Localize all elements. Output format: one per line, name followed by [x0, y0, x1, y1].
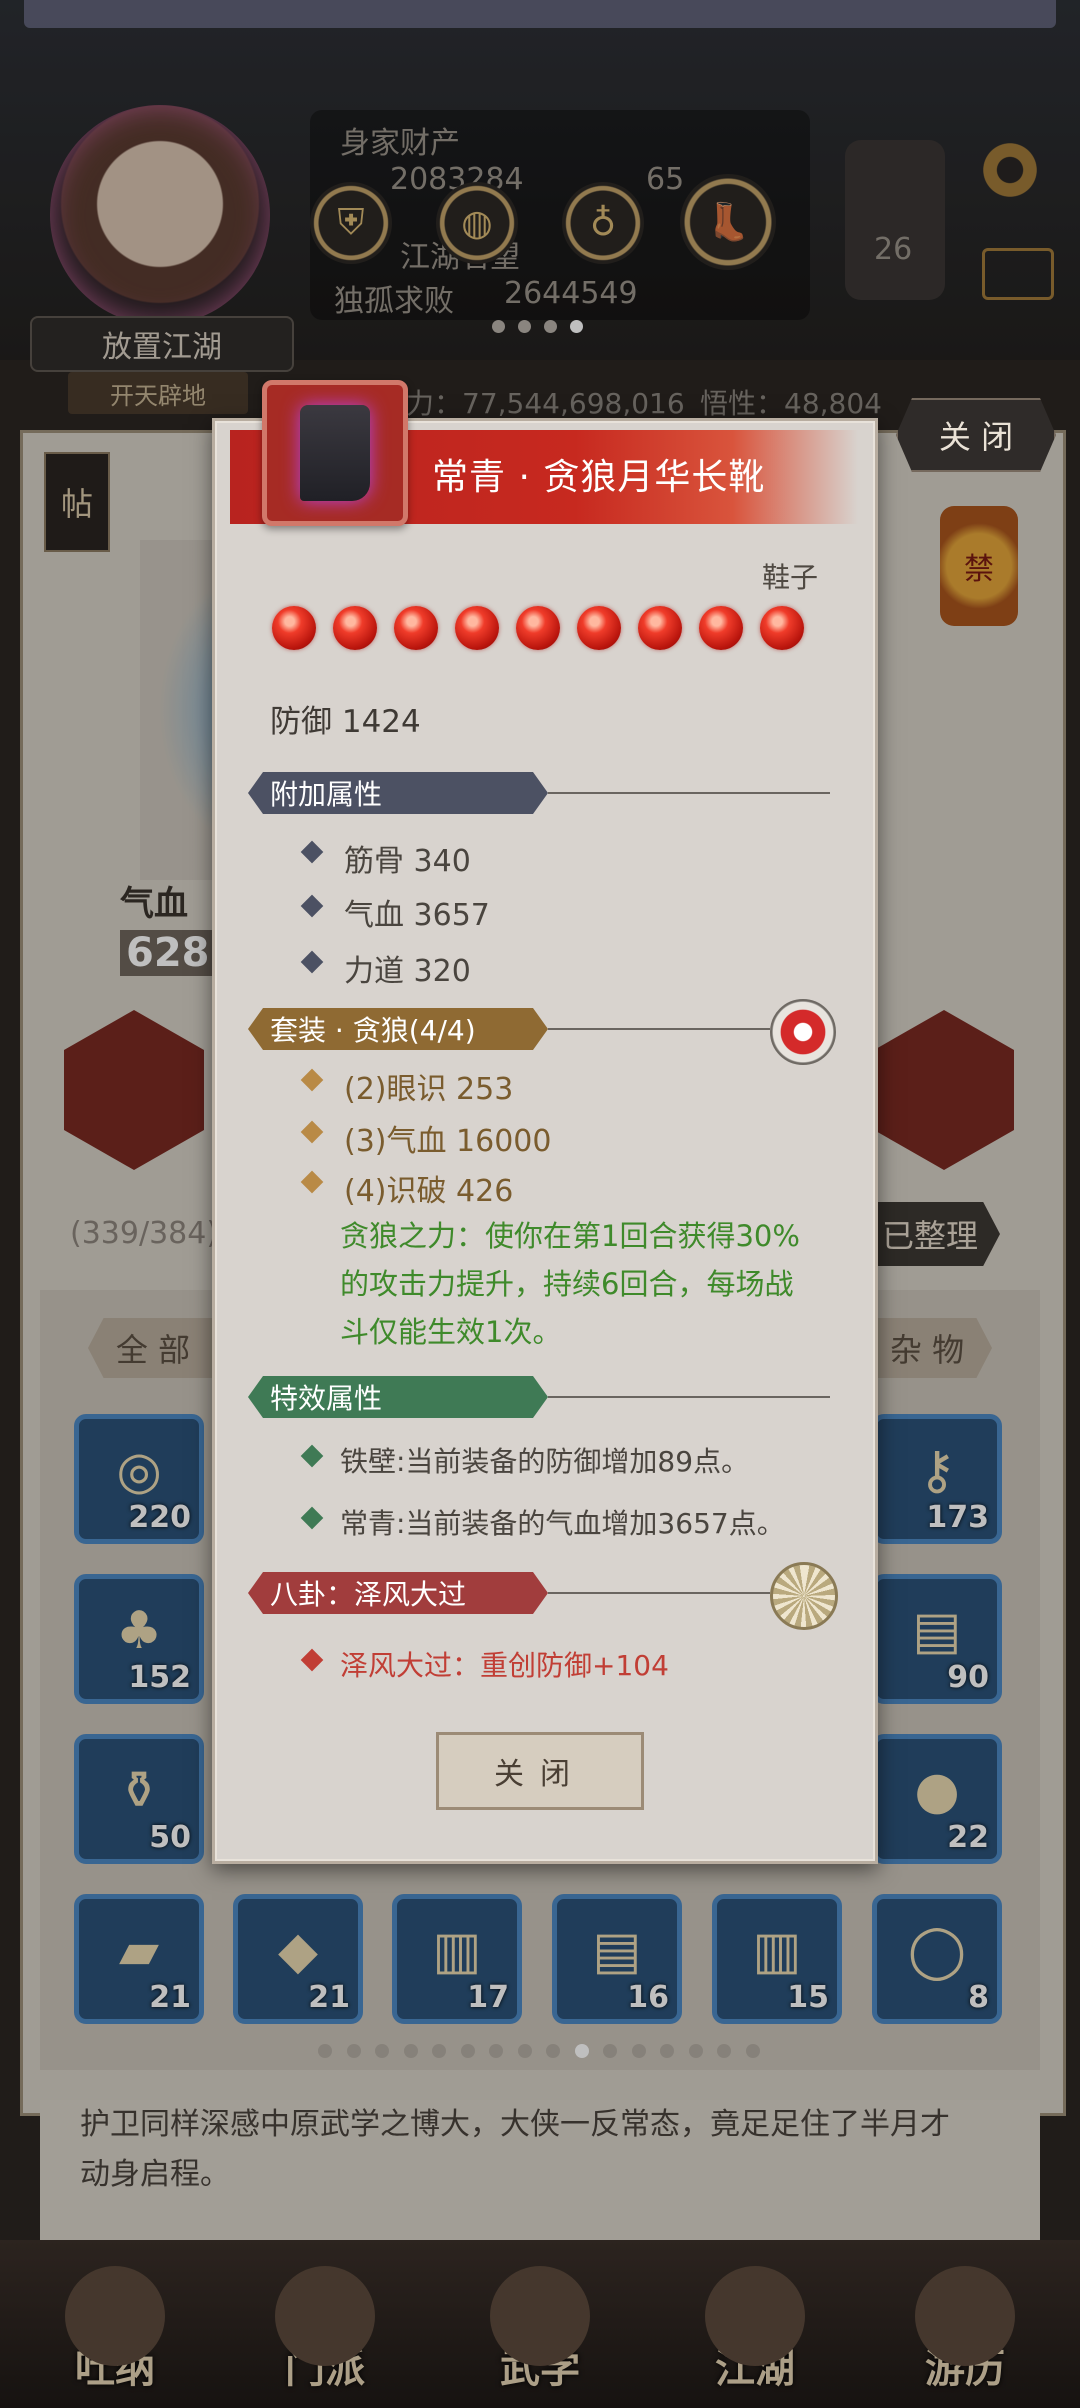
- close-button-top[interactable]: 关 闭: [896, 398, 1056, 472]
- extra-attr: 气血 3657: [344, 898, 490, 933]
- item-name: 常青 · 贪狼月华长靴: [432, 457, 766, 498]
- set-desc-line: 的攻击力提升，持续6回合，每场战: [340, 1267, 794, 1301]
- divider: [548, 1396, 830, 1398]
- star-orb-icon: [760, 606, 804, 650]
- set-attr: (3)气血 16000: [344, 1124, 552, 1159]
- star-orb-icon: [455, 606, 499, 650]
- set-description: 贪狼之力：使你在第1回合获得30% 的攻击力提升，持续6回合，每场战 斗仅能生效…: [340, 1212, 800, 1356]
- set-attr: (4)识破 426: [344, 1174, 514, 1209]
- bagua-attr: 泽风大过：重创防御+104: [340, 1649, 669, 1682]
- divider: [548, 1592, 770, 1594]
- divider: [548, 1028, 770, 1030]
- effect-attr: 铁壁:当前装备的防御增加89点。: [340, 1445, 750, 1478]
- effect-attr: 常青:当前装备的气血增加3657点。: [340, 1507, 785, 1540]
- star-orb-icon: [516, 606, 560, 650]
- star-orb-icon: [394, 606, 438, 650]
- extra-attrs-header: 附加属性: [248, 772, 548, 814]
- star-orb-icon: [272, 606, 316, 650]
- effects-header: 特效属性: [248, 1376, 548, 1418]
- boots-item-icon: [262, 380, 408, 526]
- bagua-header: 八卦：泽风大过: [248, 1572, 548, 1614]
- star-orb-icon: [333, 606, 377, 650]
- set-header: 套装 · 贪狼(4/4): [248, 1008, 548, 1050]
- close-button-bottom[interactable]: 关闭: [436, 1732, 644, 1810]
- star-orb-icon: [577, 606, 621, 650]
- star-orb-icon: [699, 606, 743, 650]
- divider: [548, 792, 830, 794]
- set-desc-line: 斗仅能生效1次。: [340, 1315, 562, 1349]
- bagua-icon[interactable]: [770, 1562, 838, 1630]
- set-attr: (2)眼识 253: [344, 1072, 514, 1107]
- defense-stat: 防御 1424: [270, 704, 421, 740]
- slot-label: 鞋子: [762, 561, 819, 594]
- set-emblem-icon[interactable]: [770, 999, 836, 1065]
- star-orb-icon: [638, 606, 682, 650]
- set-desc-line: 贪狼之力：使你在第1回合获得30%: [340, 1219, 800, 1253]
- extra-attr: 筋骨 340: [344, 844, 471, 879]
- extra-attr: 力道 320: [344, 954, 471, 989]
